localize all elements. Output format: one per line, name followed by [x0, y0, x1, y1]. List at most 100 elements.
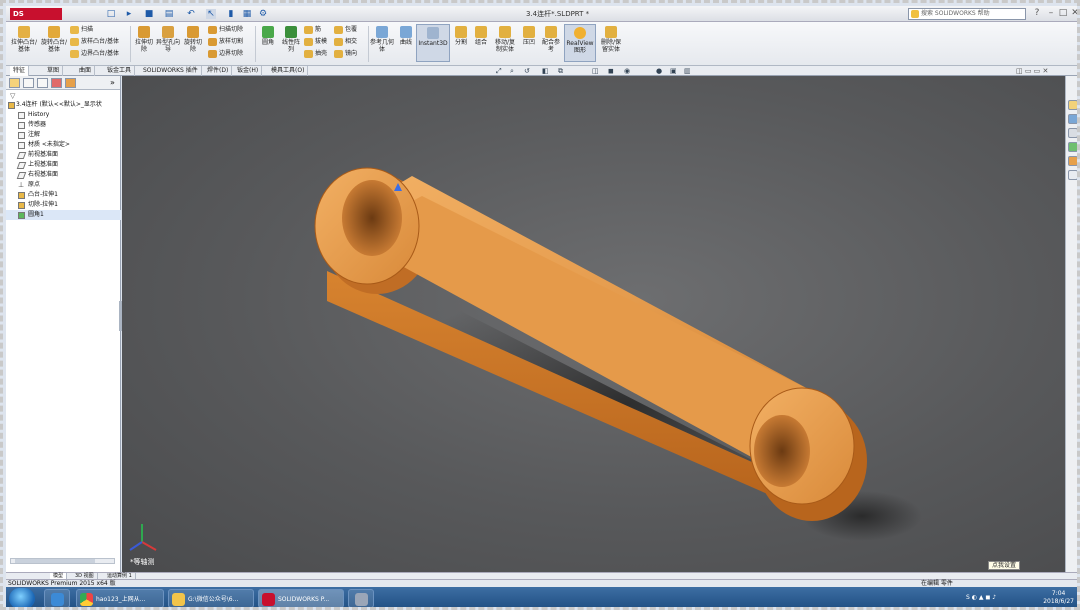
- help-icon[interactable]: ?: [1032, 9, 1042, 19]
- display-style-icon[interactable]: ◼: [608, 66, 614, 76]
- previous-view-icon[interactable]: ↺: [524, 66, 530, 76]
- realview-button[interactable]: RealView图形: [564, 24, 596, 62]
- rib-button[interactable]: 筋: [304, 25, 321, 35]
- tree-root[interactable]: 3.4连杆 (默认<<默认>_显示状: [6, 100, 121, 110]
- tab-sheetmetal[interactable]: 钣金(H): [234, 66, 263, 76]
- rebuild-icon[interactable]: ▮: [226, 9, 236, 19]
- indent-button[interactable]: 压凹: [520, 26, 538, 46]
- maximize-button[interactable]: □: [1058, 9, 1068, 19]
- lofted-cut-button[interactable]: 放样切割: [208, 37, 243, 47]
- start-button[interactable]: [9, 588, 35, 607]
- part-model-svg[interactable]: [122, 76, 1065, 572]
- tree-item-boss-extrude1[interactable]: 凸台-拉伸1: [6, 190, 121, 200]
- new-document-icon[interactable]: □: [106, 9, 116, 19]
- clock[interactable]: 7:04 2018/6/27: [1043, 590, 1074, 606]
- tab-features[interactable]: 特征: [10, 66, 30, 76]
- custom-properties-icon[interactable]: [1068, 170, 1077, 180]
- undo-icon[interactable]: ↶: [186, 9, 196, 19]
- print-icon[interactable]: ▤: [164, 9, 174, 19]
- taskbar-solidworks[interactable]: SOLIDWORKS P...: [258, 589, 344, 607]
- tree-item-right-plane[interactable]: 右视基准面: [6, 170, 121, 180]
- taskbar-folder[interactable]: G:\微信公众号\6...: [168, 589, 254, 607]
- open-document-icon[interactable]: ▸: [124, 9, 134, 19]
- tree-item-history[interactable]: History: [6, 110, 121, 120]
- tab-surfaces[interactable]: 曲面: [76, 66, 96, 76]
- view-orientation-icon[interactable]: ◫: [592, 66, 599, 76]
- configurationmanager-tab-icon[interactable]: [37, 78, 48, 88]
- minimize-button[interactable]: –: [1046, 9, 1056, 19]
- boundary-cut-button[interactable]: 边界切除: [208, 49, 243, 59]
- dimxpert-tab-icon[interactable]: [51, 78, 62, 88]
- hole-wizard-button[interactable]: 异型孔向导: [156, 26, 180, 53]
- loft-button[interactable]: 放样凸台/基体: [70, 37, 119, 47]
- draft-button[interactable]: 拔模: [304, 37, 327, 47]
- file-properties-icon[interactable]: ▦: [242, 9, 252, 19]
- panel-horizontal-scrollbar[interactable]: [10, 558, 115, 564]
- fillet-button[interactable]: 圆角: [258, 26, 278, 46]
- solidworks-resources-icon[interactable]: [1068, 100, 1077, 110]
- tray-icons[interactable]: S ◐ ▲ ◼ ♪: [966, 594, 996, 601]
- sweep-button[interactable]: 扫描: [70, 25, 93, 35]
- taskbar-app[interactable]: [348, 589, 374, 607]
- instant3d-button[interactable]: Instant3D: [416, 24, 450, 62]
- scrollbar-thumb[interactable]: [15, 559, 95, 563]
- shell-button[interactable]: 抽壳: [304, 49, 327, 59]
- tree-item-sensors[interactable]: 传感器: [6, 120, 121, 130]
- combine-button[interactable]: 组合: [472, 26, 490, 46]
- tab-solidworks-addins[interactable]: SOLIDWORKS 插件: [140, 66, 202, 76]
- tree-item-origin[interactable]: ⊥ 原点: [6, 180, 121, 190]
- propertymanager-tab-icon[interactable]: [23, 78, 34, 88]
- intersect-button[interactable]: 相交: [334, 37, 357, 47]
- swept-cut-button[interactable]: 扫描切除: [208, 25, 243, 35]
- filter-icon[interactable]: ▽: [10, 92, 18, 100]
- reference-geometry-button[interactable]: 参考几何体: [370, 26, 394, 53]
- help-search-input[interactable]: 搜索 SOLIDWORKS 帮助: [908, 8, 1026, 20]
- tab-sketch[interactable]: 草图: [44, 66, 64, 76]
- tree-item-material[interactable]: 材质 <未指定>: [6, 140, 121, 150]
- revolve-cut-button[interactable]: 旋转切除: [182, 26, 204, 53]
- taskbar-ie[interactable]: [44, 589, 70, 607]
- file-explorer-icon[interactable]: [1068, 128, 1077, 138]
- curves-button[interactable]: 曲线: [396, 26, 416, 46]
- split-button[interactable]: 分割: [452, 26, 470, 46]
- options-icon[interactable]: ⚙: [258, 9, 268, 19]
- save-icon[interactable]: ■: [144, 9, 154, 19]
- display-manager-tab-icon[interactable]: [65, 78, 76, 88]
- hide-show-items-icon[interactable]: ◉: [624, 66, 630, 76]
- tab-mold-tools[interactable]: 模具工具(O): [268, 66, 309, 76]
- zoom-to-fit-icon[interactable]: ⤢: [496, 66, 502, 76]
- appearances-icon[interactable]: [1068, 156, 1077, 166]
- zoom-area-icon[interactable]: ⌕: [510, 66, 514, 76]
- view-palette-icon[interactable]: [1068, 142, 1077, 152]
- boundary-boss-button[interactable]: 边界凸台/基体: [70, 49, 119, 59]
- dynamic-annotation-icon[interactable]: ⧉: [558, 66, 563, 76]
- tree-item-top-plane[interactable]: 上视基准面: [6, 160, 121, 170]
- linear-pattern-button[interactable]: 线性阵列: [280, 26, 302, 53]
- section-view-icon[interactable]: ◧: [542, 66, 549, 76]
- delete-keep-body-button[interactable]: 删除/保留实体: [598, 26, 624, 53]
- move-copy-body-button[interactable]: 移动/复制实体: [492, 26, 518, 53]
- extrude-boss-button[interactable]: 拉伸凸台/基体: [10, 26, 38, 53]
- revolve-boss-button[interactable]: 旋转凸台/基体: [40, 26, 68, 53]
- tree-item-annotations[interactable]: 注解: [6, 130, 121, 140]
- close-button[interactable]: ✕: [1070, 9, 1077, 19]
- apply-scene-icon[interactable]: ▣: [670, 66, 677, 76]
- expand-panel-icon[interactable]: »: [110, 78, 115, 87]
- tab-sheetmetal-tools[interactable]: 钣金工具: [104, 66, 136, 76]
- view-settings-icon[interactable]: ▥: [684, 66, 691, 76]
- viewport-restore-icon[interactable]: ◫ ▭ ▭ ✕: [1016, 66, 1048, 76]
- tree-item-front-plane[interactable]: 前视基准面: [6, 150, 121, 160]
- mate-reference-button[interactable]: 配合参考: [540, 26, 562, 53]
- mirror-button[interactable]: 镜向: [334, 49, 357, 59]
- graphics-area[interactable]: *等轴测: [122, 76, 1065, 572]
- edit-appearance-icon[interactable]: ●: [656, 66, 662, 76]
- tab-weldments[interactable]: 焊件(D): [204, 66, 233, 76]
- solidworks-logo[interactable]: DS SOLIDWORKS: [10, 8, 66, 30]
- extrude-cut-button[interactable]: 拉伸切除: [134, 26, 154, 53]
- taskbar-browser[interactable]: hao123_上网从...: [76, 589, 164, 607]
- featuremanager-tab-icon[interactable]: [9, 78, 20, 88]
- select-icon[interactable]: ↖: [206, 9, 216, 19]
- design-library-icon[interactable]: [1068, 114, 1077, 124]
- tree-item-cut-extrude1[interactable]: 切除-拉伸1: [6, 200, 121, 210]
- tree-item-fillet1[interactable]: 圆角1: [6, 210, 121, 220]
